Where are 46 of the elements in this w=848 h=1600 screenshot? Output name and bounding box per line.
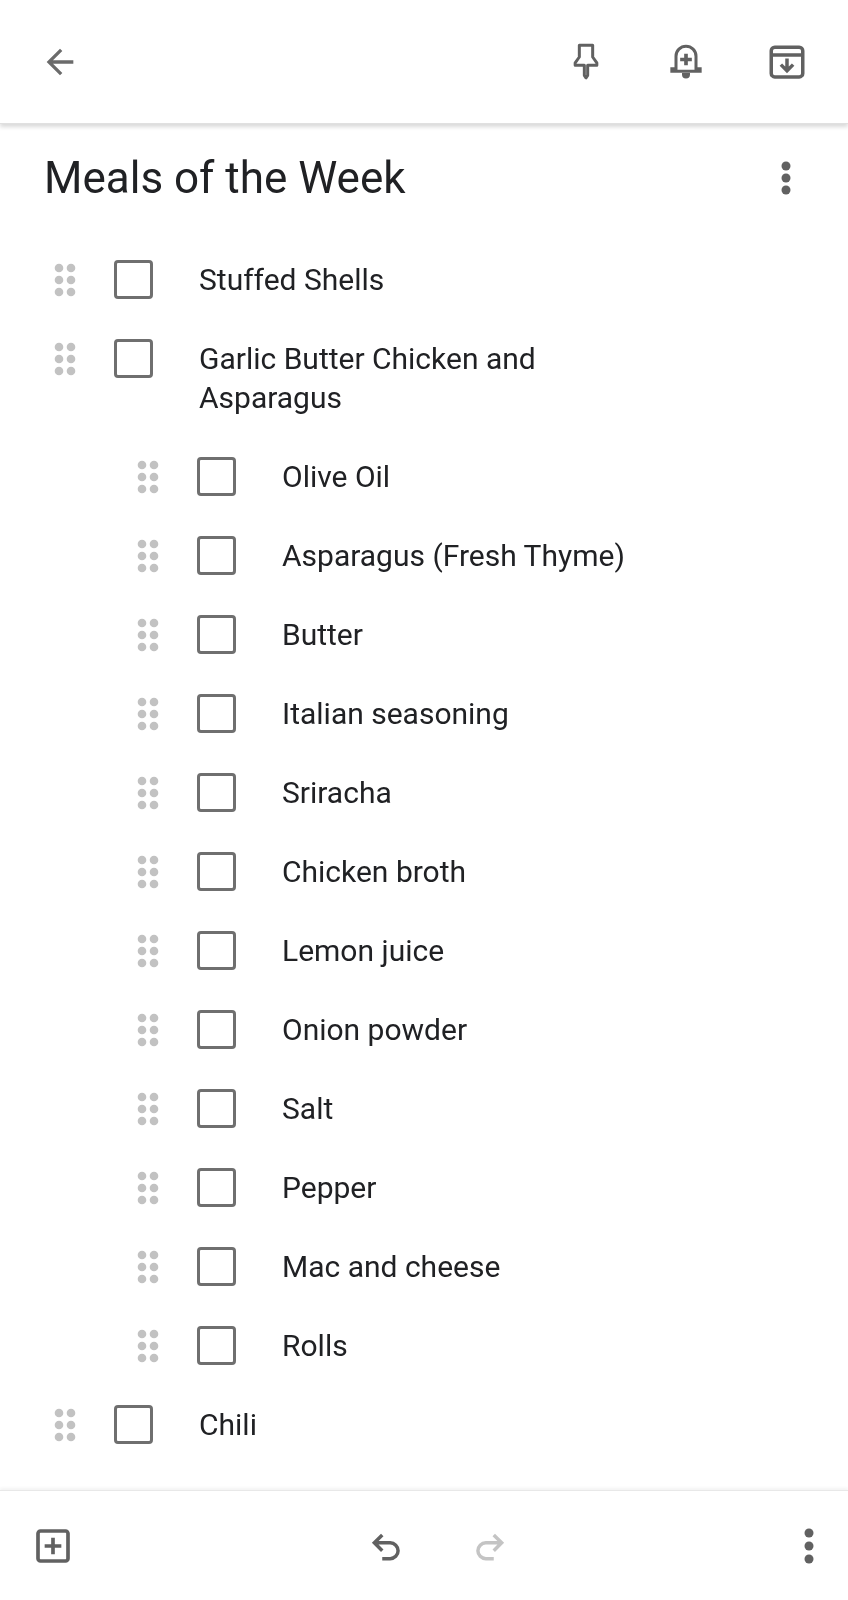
drag-handle-icon[interactable]: [136, 1248, 160, 1286]
checkbox[interactable]: [114, 260, 153, 299]
list-item-text[interactable]: Asparagus (Fresh Thyme): [282, 536, 702, 575]
checkbox[interactable]: [197, 773, 236, 812]
checkbox[interactable]: [114, 339, 153, 378]
list-item-text[interactable]: Lemon juice: [282, 931, 702, 970]
checkbox[interactable]: [197, 852, 236, 891]
drag-handle-icon[interactable]: [136, 458, 160, 496]
list-item-text[interactable]: Garlic Butter Chicken and Asparagus: [199, 339, 619, 417]
drag-handle-icon[interactable]: [136, 1090, 160, 1128]
checkbox[interactable]: [197, 1168, 236, 1207]
checkbox[interactable]: [197, 1247, 236, 1286]
list-item-text[interactable]: Chili: [199, 1405, 619, 1444]
drag-handle-icon[interactable]: [136, 537, 160, 575]
drag-handle-icon[interactable]: [136, 1327, 160, 1365]
list-item-text[interactable]: Butter: [282, 615, 702, 654]
checkbox[interactable]: [114, 1405, 153, 1444]
list-item-text[interactable]: Salt: [282, 1089, 702, 1128]
checkbox[interactable]: [197, 1089, 236, 1128]
drag-handle-icon[interactable]: [136, 774, 160, 812]
list-item-text[interactable]: Stuffed Shells: [199, 260, 619, 299]
list-item-text[interactable]: Italian seasoning: [282, 694, 702, 733]
note-title[interactable]: Meals of the Week: [44, 150, 780, 206]
checkbox[interactable]: [197, 1010, 236, 1049]
list-item-text[interactable]: Chicken broth: [282, 852, 702, 891]
list-item-text[interactable]: Sriracha: [282, 773, 702, 812]
list-item-text[interactable]: Onion powder: [282, 1010, 702, 1049]
drag-handle-icon[interactable]: [136, 1011, 160, 1049]
drag-handle-icon[interactable]: [136, 695, 160, 733]
checkbox[interactable]: [197, 931, 236, 970]
checkbox[interactable]: [197, 457, 236, 496]
drag-handle-icon[interactable]: [136, 616, 160, 654]
checkbox[interactable]: [197, 1326, 236, 1365]
checkbox[interactable]: [197, 536, 236, 575]
list-item-text[interactable]: Rolls: [282, 1326, 702, 1365]
drag-handle-icon[interactable]: [53, 261, 77, 299]
checkbox[interactable]: [197, 615, 236, 654]
checkbox[interactable]: [197, 694, 236, 733]
drag-handle-icon[interactable]: [53, 1406, 77, 1444]
list-item-text[interactable]: Mac and cheese: [282, 1247, 702, 1286]
list-item-text[interactable]: Pepper: [282, 1168, 702, 1207]
drag-handle-icon[interactable]: [136, 932, 160, 970]
drag-handle-icon[interactable]: [136, 853, 160, 891]
drag-handle-icon[interactable]: [136, 1169, 160, 1207]
list-item-text[interactable]: Olive Oil: [282, 457, 702, 496]
drag-handle-icon[interactable]: [53, 340, 77, 378]
